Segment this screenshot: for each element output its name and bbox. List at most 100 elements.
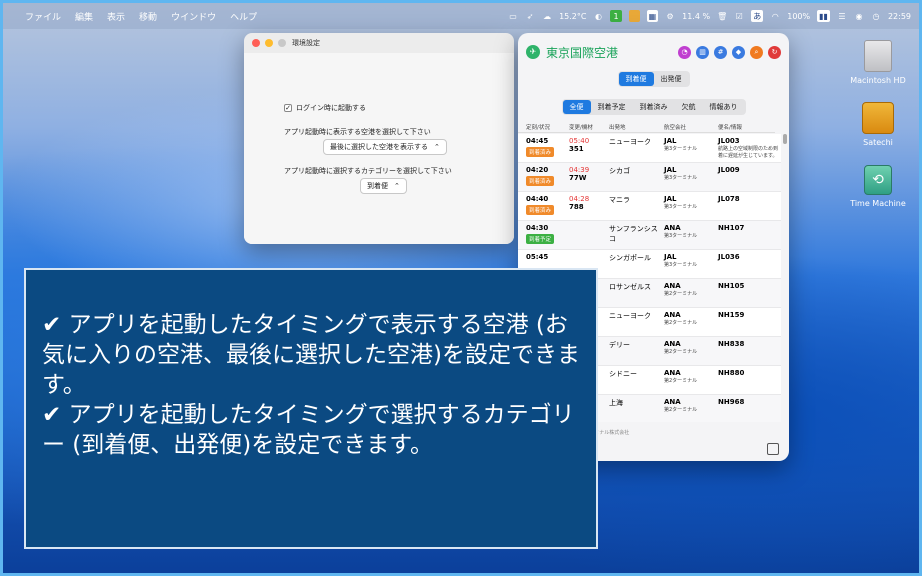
calendar-icon[interactable]: ▦ <box>646 10 659 22</box>
table-row[interactable]: 04:45 到着済み 05:40 351 ニューヨーク JAL 第3ターミナル JL003 航路… <box>518 134 781 163</box>
status-badge: 到着予定 <box>526 234 555 244</box>
cell-origin: シカゴ <box>605 163 660 191</box>
cell-flight: NH107 <box>714 221 781 249</box>
wifi-icon[interactable]: ◠ <box>770 10 780 22</box>
menu-go[interactable]: 移動 <box>139 10 157 23</box>
contrast-icon[interactable]: ◐ <box>593 10 603 22</box>
zoom-button[interactable] <box>278 39 286 47</box>
menubar-clock[interactable]: 22:59 <box>888 10 911 22</box>
cell-airline: ANA 第2ターミナル <box>660 337 714 365</box>
window-title: 環境設定 <box>292 39 320 47</box>
weather-temp[interactable]: 15.2°C <box>559 10 586 22</box>
cell-airline: ANA 第2ターミナル <box>660 279 714 307</box>
col-origin[interactable]: 出発地 <box>605 123 660 131</box>
rocket-icon[interactable]: ➶ <box>525 10 535 22</box>
preferences-titlebar[interactable]: 環境設定 <box>244 33 514 53</box>
flight-number: JL036 <box>718 253 740 261</box>
airport-name[interactable]: 東京国際空港 <box>546 44 618 61</box>
aircraft-type: 77W <box>569 174 587 182</box>
desktop-icon-satechi[interactable]: Satechi <box>838 102 918 147</box>
tab-arrivals[interactable]: 到着便 <box>618 72 654 86</box>
origin-city: 上海 <box>609 399 623 407</box>
cell-origin: デリー <box>605 337 660 365</box>
col-changed[interactable]: 変更/機材 <box>561 123 605 131</box>
battery-percent[interactable]: 100% <box>787 10 810 22</box>
cell-airline: ANA 第2ターミナル <box>660 395 714 422</box>
table-header: 定刻/状況 変更/機材 出発地 航空会社 便名/情報 <box>518 121 775 133</box>
trash-icon[interactable]: ▥ <box>696 45 709 59</box>
scrollbar[interactable] <box>783 134 787 144</box>
terminal: 第2ターミナル <box>664 291 698 297</box>
col-airline[interactable]: 航空会社 <box>660 123 714 131</box>
cell-airline: JAL 第3ターミナル <box>660 192 714 220</box>
battery-icon[interactable]: ▮▮ <box>817 10 830 22</box>
airline-name: JAL <box>664 253 677 261</box>
control-center-icon[interactable]: ☰ <box>837 10 847 22</box>
filter-has-info[interactable]: 情報あり <box>703 100 745 114</box>
origin-city: シンガポール <box>609 254 651 262</box>
menu-file[interactable]: ファイル <box>25 10 61 23</box>
history-icon[interactable]: ◔ <box>678 45 691 59</box>
launch-at-login-label: ログイン時に起動する <box>296 104 366 112</box>
tab-departures[interactable]: 出発便 <box>654 72 689 86</box>
scheduled-time: 04:20 <box>526 166 549 174</box>
airport-select[interactable]: 最後に選択した空港を表示する ⌃ <box>323 139 447 155</box>
table-row[interactable]: 04:30 到着予定 サンフランシスコ ANA 第3ターミナル NH107 <box>518 221 781 250</box>
origin-city: サンフランシスコ <box>609 225 658 243</box>
trash-icon[interactable]: 🗑 <box>717 10 727 22</box>
flight-number: JL003 <box>718 137 740 145</box>
user-icon[interactable]: ◉ <box>854 10 864 22</box>
menu-view[interactable]: 表示 <box>107 10 125 23</box>
minimize-button[interactable] <box>265 39 273 47</box>
status-count[interactable]: 1 <box>610 10 622 22</box>
launch-at-login-row[interactable]: ✓ ログイン時に起動する <box>284 103 366 113</box>
filter-arrived[interactable]: 到着済み <box>633 100 675 114</box>
col-flight[interactable]: 便名/情報 <box>714 123 775 131</box>
checkbox-icon[interactable]: ☑ <box>734 10 744 22</box>
updown-chevron-icon: ⌃ <box>434 143 440 151</box>
airline-name: ANA <box>664 398 681 406</box>
origin-city: ニューヨーク <box>609 312 651 320</box>
ime-indicator[interactable]: あ <box>751 10 764 22</box>
hash-icon[interactable]: # <box>714 45 727 59</box>
scheduled-time: 04:45 <box>526 137 549 145</box>
launch-at-login-checkbox[interactable]: ✓ <box>284 104 292 112</box>
cpu-icon[interactable]: ⚙ <box>665 10 675 22</box>
airline-name: JAL <box>664 137 677 145</box>
scheduled-time: 04:30 <box>526 224 549 232</box>
desktop-icon-label: Time Machine <box>850 199 906 208</box>
origin-city: シカゴ <box>609 167 630 175</box>
terminal: 第3ターミナル <box>664 204 698 210</box>
category-select[interactable]: 到着便 ⌃ <box>360 178 407 194</box>
desktop-icon-label: Macintosh HD <box>850 76 906 85</box>
desktop-icon-time-machine[interactable]: ⟲ Time Machine <box>838 165 918 208</box>
airport-prompt: アプリ起動時に表示する空港を選択して下さい <box>284 128 431 136</box>
menu-help[interactable]: ヘルプ <box>230 10 257 23</box>
sidebar-toggle-icon[interactable] <box>767 443 779 455</box>
cell-flight: JL078 <box>714 192 781 220</box>
table-row[interactable]: 04:40 到着済み 04:28 788 マニラ JAL 第3ターミナル JL078 <box>518 192 781 221</box>
cell-airline: JAL 第3ターミナル <box>660 134 714 162</box>
cell-scheduled: 04:30 到着予定 <box>518 221 561 249</box>
search-icon[interactable]: ⌕ <box>750 45 763 59</box>
cpu-usage[interactable]: 11.4 % <box>682 10 710 22</box>
cell-origin: ニューヨーク <box>605 134 660 162</box>
scheduled-time: 05:45 <box>526 253 549 261</box>
notes-icon[interactable] <box>628 10 640 22</box>
menu-window[interactable]: ウインドウ <box>171 10 216 23</box>
col-scheduled[interactable]: 定刻/状況 <box>518 123 561 131</box>
close-button[interactable] <box>252 39 260 47</box>
updown-chevron-icon: ⌃ <box>394 182 400 190</box>
filter-scheduled[interactable]: 到着予定 <box>591 100 633 114</box>
desktop-icon-macintosh-hd[interactable]: Macintosh HD <box>838 40 918 85</box>
table-row[interactable]: 04:20 到着済み 04:39 77W シカゴ JAL 第3ターミナル JL009 <box>518 163 781 192</box>
menu-edit[interactable]: 編集 <box>75 10 93 23</box>
weather-cloud-icon[interactable]: ☁ <box>542 10 552 22</box>
cell-airline: ANA 第2ターミナル <box>660 308 714 336</box>
screen-icon[interactable]: ▭ <box>508 10 518 22</box>
refresh-icon[interactable]: ↻ <box>768 45 781 59</box>
cell-origin: ロサンゼルス <box>605 279 660 307</box>
filter-all[interactable]: 全便 <box>562 100 591 114</box>
compass-icon[interactable]: ◆ <box>732 45 745 59</box>
filter-cancelled[interactable]: 欠航 <box>675 100 703 114</box>
